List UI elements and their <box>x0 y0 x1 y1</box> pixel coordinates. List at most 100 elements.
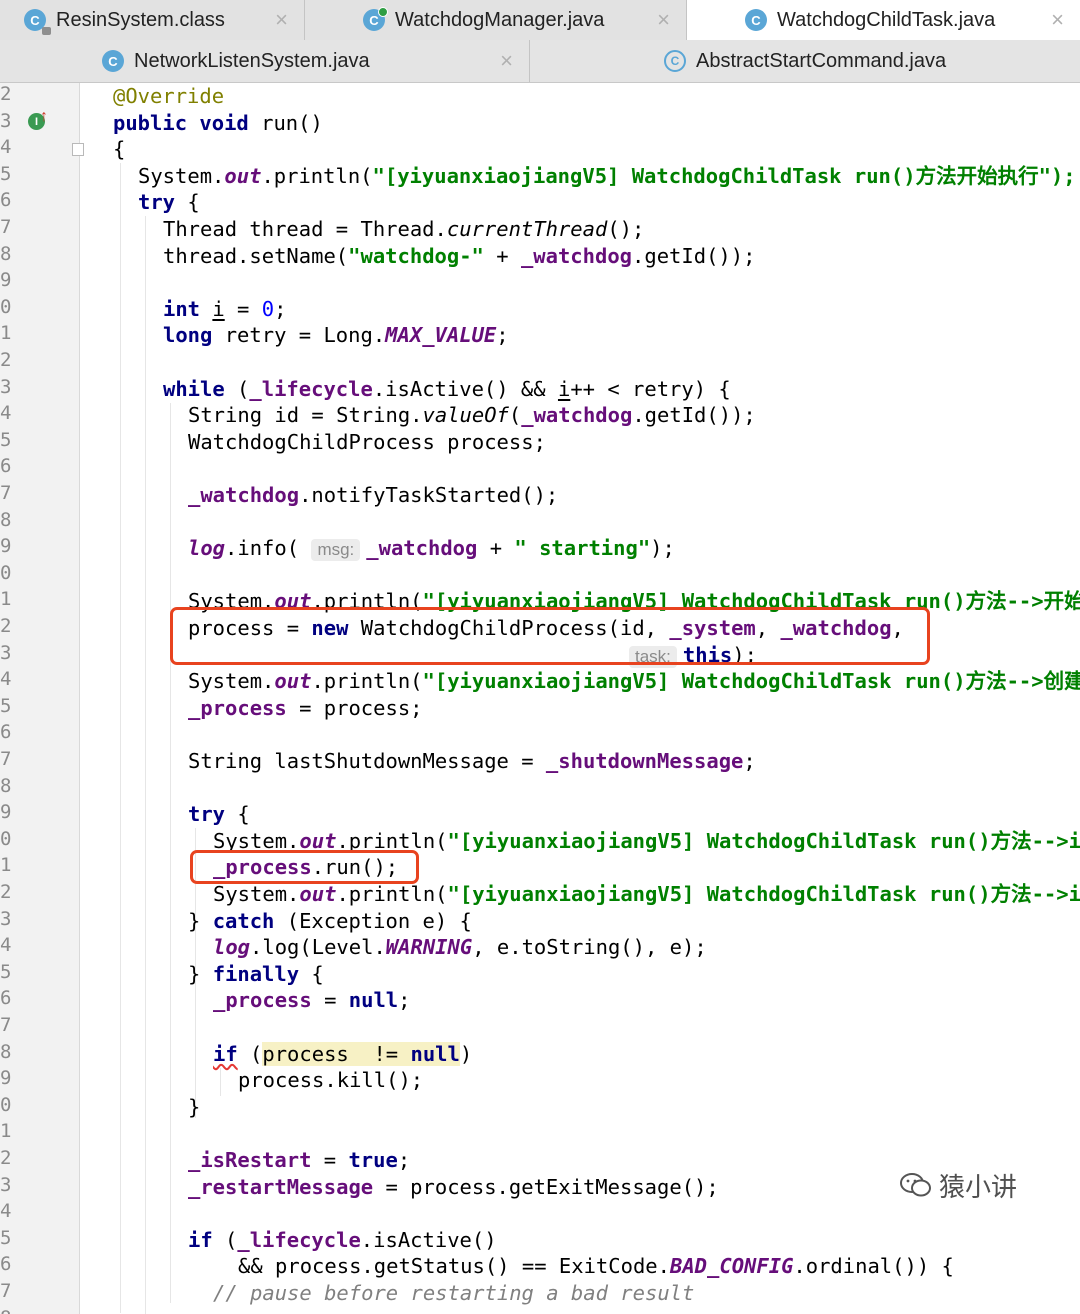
highlight-box-process-run <box>190 850 419 884</box>
tab-label: AbstractStartCommand.java <box>696 49 947 72</box>
line-number: 0 <box>0 295 12 318</box>
code-line: { <box>113 137 126 162</box>
indent-guide <box>145 216 146 1314</box>
code-line: } finally { <box>188 961 324 986</box>
line-number: 9 <box>0 269 12 292</box>
highlighted-expression: process != null <box>262 1041 460 1066</box>
code-line: _process = process; <box>188 695 423 720</box>
code-line: if (process != null) <box>213 1041 473 1066</box>
line-number: 8 <box>0 1040 12 1063</box>
line-number: 3 <box>0 109 12 132</box>
close-icon[interactable]: × <box>657 9 670 31</box>
class-icon: C <box>102 50 124 72</box>
code-line: int i = 0; <box>163 296 287 321</box>
fold-marker-icon[interactable] <box>72 143 84 156</box>
line-number: 8 <box>0 242 12 265</box>
editor-tab-bar-row-1: C ResinSystem.class × C WatchdogManager.… <box>0 0 1080 40</box>
tab-label: NetworkListenSystem.java <box>134 49 370 72</box>
code-line: WatchdogChildProcess process; <box>188 429 546 454</box>
code-line: log.info( msg: _watchdog + " starting"); <box>188 536 675 562</box>
line-number: 3 <box>0 375 12 398</box>
tab-abstractstartcommand-java[interactable]: C AbstractStartCommand.java <box>530 40 1080 82</box>
tab-label: ResinSystem.class <box>56 8 225 31</box>
line-number: 1 <box>0 322 12 345</box>
class-icon: C <box>363 7 388 31</box>
code-line: thread.setName("watchdog-" + _watchdog.g… <box>163 243 756 268</box>
line-number: 0 <box>0 561 12 584</box>
line-number: 4 <box>0 402 12 425</box>
line-number: 9 <box>0 801 12 824</box>
line-number: 9 <box>0 535 12 558</box>
line-number: 0 <box>0 1093 12 1116</box>
line-number: 8 <box>0 774 12 797</box>
code-line: // pause before restarting a bad result <box>213 1281 695 1305</box>
code-area[interactable]: @Override public void run() { System.out… <box>84 83 1080 1314</box>
line-number: 5 <box>0 960 12 983</box>
code-line: public void run() <box>113 110 323 135</box>
code-line: try { <box>138 190 200 215</box>
line-number: 6 <box>0 721 12 744</box>
line-number: 7 <box>0 1014 12 1036</box>
line-number: 6 <box>0 1253 12 1276</box>
code-line: } catch (Exception e) { <box>188 908 472 933</box>
indent-guide <box>170 403 171 1303</box>
line-number-gutter[interactable]: 2 3 4 5 6 7 8 9 0 1 2 3 4 5 6 7 8 9 0 1 … <box>0 83 84 1314</box>
line-number: 0 <box>0 827 12 850</box>
code-line: _restartMessage = process.getExitMessage… <box>188 1174 719 1199</box>
tab-watchdogchildtask-java[interactable]: C WatchdogChildTask.java × <box>687 0 1080 40</box>
code-line: } <box>188 1094 201 1119</box>
tab-networklistensystem-java[interactable]: C NetworkListenSystem.java × <box>0 40 530 82</box>
go-to-super-arrow-icon[interactable]: ↑ <box>40 108 48 126</box>
close-icon[interactable]: × <box>275 9 288 31</box>
tab-label: WatchdogManager.java <box>395 8 605 31</box>
line-number: 2 <box>0 1147 12 1169</box>
code-line: Thread thread = Thread.currentThread(); <box>163 217 645 241</box>
line-number: 3 <box>0 641 12 664</box>
code-line: String id = String.valueOf(_watchdog.get… <box>188 403 756 428</box>
close-icon[interactable]: × <box>500 50 513 72</box>
line-number: 4 <box>0 668 12 691</box>
watermark-text: 猿小讲 <box>939 1171 1018 1202</box>
close-icon[interactable]: × <box>1051 9 1064 31</box>
line-number: 7 <box>0 216 12 238</box>
line-number: 1 <box>0 854 12 877</box>
code-line: _isRestart = true; <box>188 1148 411 1172</box>
class-icon: C <box>745 9 767 31</box>
code-line: System.out.println("[yiyuanxiaojiangV5] … <box>138 163 1076 188</box>
line-number: 4 <box>0 1200 12 1223</box>
tab-watchdogmanager-java[interactable]: C WatchdogManager.java × <box>305 0 687 40</box>
code-line: if (_lifecycle.isActive() <box>188 1227 497 1252</box>
code-line: try { <box>188 802 250 827</box>
line-number: 8 <box>0 1307 14 1314</box>
code-editor[interactable]: 2 3 4 5 6 7 8 9 0 1 2 3 4 5 6 7 8 9 0 1 … <box>0 83 1080 1314</box>
code-line: log.log(Level.WARNING, e.toString(), e); <box>213 935 707 960</box>
line-number: 2 <box>0 615 12 637</box>
line-number: 7 <box>0 1280 12 1302</box>
code-line: String lastShutdownMessage = _shutdownMe… <box>188 749 756 773</box>
line-number: 7 <box>0 748 12 770</box>
line-number: 2 <box>0 349 12 371</box>
line-number: 6 <box>0 455 12 478</box>
code-line: System.out.println("[yiyuanxiaojiangV5] … <box>213 882 1080 906</box>
watermark: 猿小讲 <box>893 1168 1024 1202</box>
line-number: 1 <box>0 588 12 611</box>
code-line: process.kill(); <box>238 1068 424 1093</box>
line-number: 7 <box>0 482 12 504</box>
tab-resinsystem-class[interactable]: C ResinSystem.class × <box>0 0 305 40</box>
line-number: 5 <box>0 428 12 451</box>
indent-guide <box>220 1068 221 1096</box>
code-line: @Override <box>113 84 225 108</box>
line-number: 6 <box>0 987 12 1010</box>
line-number: 6 <box>0 189 12 212</box>
line-number: 5 <box>0 1226 12 1249</box>
code-line: && process.getStatus() == ExitCode.BAD_C… <box>238 1254 954 1279</box>
class-locked-icon: C <box>24 9 51 35</box>
line-number: 5 <box>0 694 12 717</box>
parameter-hint: msg: <box>311 539 361 562</box>
line-number: 9 <box>0 1067 12 1090</box>
wechat-logo-icon <box>900 1173 931 1197</box>
highlight-box-create-process <box>170 607 930 665</box>
line-number: 4 <box>0 934 12 957</box>
code-line: _process = null; <box>213 988 411 1013</box>
line-number: 4 <box>0 136 12 159</box>
